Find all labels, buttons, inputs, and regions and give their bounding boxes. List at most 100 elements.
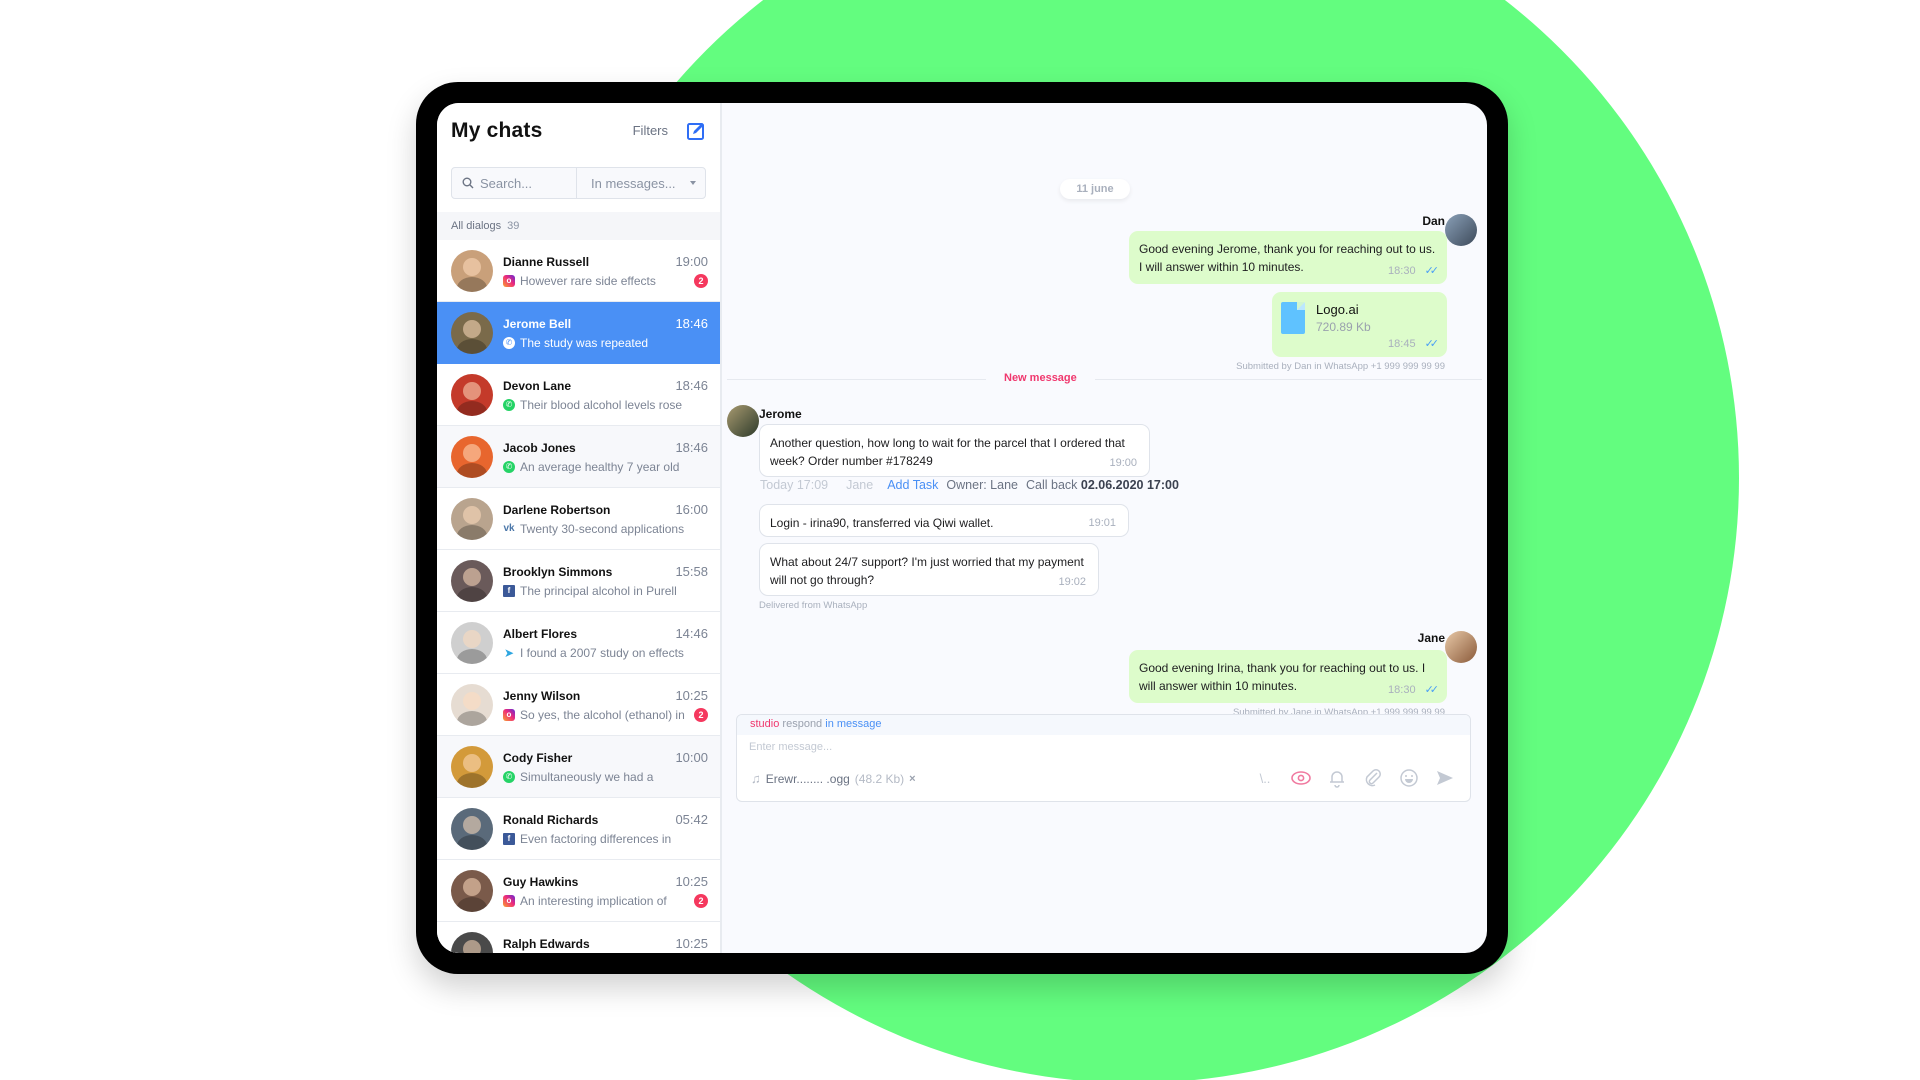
last-message-time: 14:46 [675, 625, 708, 641]
chat-list-item[interactable]: Guy Hawkins 10:25 o An interesting implicat… [437, 860, 720, 922]
last-message-preview: Even factoring differences in [520, 831, 672, 846]
chat-list-item[interactable]: Brooklyn Simmons 15:58 f The principal alco… [437, 550, 720, 612]
chat-item-header: Ronald Richards 05:42 [503, 812, 708, 827]
last-message-time: 18:46 [675, 439, 708, 455]
whatsapp-icon: ✆ [503, 336, 515, 349]
incoming-message: What about 24/7 support? I'm just worrie… [759, 543, 1099, 596]
chat-list-item[interactable]: Jacob Jones 18:46 ✆ An average healthy 7 ye… [437, 426, 720, 488]
instagram-icon: o [503, 274, 515, 287]
file-message[interactable]: Logo.ai 720.89 Kb 18:45 ✓✓ [1272, 292, 1447, 357]
chat-list-item[interactable]: Jenny Wilson 10:25 o So yes, the alcohol (e… [437, 674, 720, 736]
incoming-message: Login - irina90, transferred via Qiwi wa… [759, 504, 1129, 537]
last-message-preview: Their blood alcohol levels rose [520, 397, 683, 412]
chat-sidebar: My chats Filters In messages... [437, 103, 722, 953]
all-dialogs-count: 39 [507, 220, 520, 232]
chat-item-preview-row: o So yes, the alcohol (ethanol) in 2 [503, 707, 708, 722]
attachment-name: Erewr........ .ogg [765, 771, 850, 786]
chat-list-item[interactable]: Devon Lane 18:46 ✆ Their blood alcohol leve… [437, 364, 720, 426]
avatar [451, 373, 493, 416]
mode-respond: respond [782, 718, 823, 730]
avatar-jerome[interactable] [727, 405, 759, 437]
add-task-link[interactable]: Add Task [887, 478, 938, 492]
chat-item-preview-row: ✆ The study was repeated [503, 336, 708, 350]
chat-list-item[interactable]: Darlene Robertson 16:00 vk Twenty 30-second… [437, 488, 720, 550]
edit-square-icon[interactable] [686, 121, 706, 141]
call-back-value: 02.06.2020 17:00 [1080, 478, 1179, 492]
search-field[interactable] [452, 168, 577, 198]
avatar-dan[interactable] [1445, 214, 1477, 246]
date-separator: 11 june [1060, 179, 1130, 199]
double-check-icon: ✓✓ [1424, 265, 1440, 277]
chat-list-item[interactable]: Albert Flores 14:46 ➤ I found a 2007 study … [437, 612, 720, 674]
chat-item-header: Albert Flores 14:46 [503, 626, 708, 641]
avatar [451, 745, 493, 788]
chat-item-header: Darlene Robertson 16:00 [503, 502, 708, 517]
contact-name: Devon Lane [503, 378, 572, 393]
chat-item-header: Jacob Jones 18:46 [503, 440, 708, 455]
last-message-preview: Simultaneously we had a [520, 769, 654, 784]
search-input[interactable] [480, 175, 570, 191]
avatar [451, 497, 493, 540]
chat-item-body: Cody Fisher 10:00 ✆ Simultaneously we had a [503, 750, 708, 784]
chat-item-preview-row: f Even factoring differences in [503, 832, 708, 846]
contact-name: Ralph Edwards [503, 936, 590, 951]
chat-list-item[interactable]: Cody Fisher 10:00 ✆ Simultaneously we had a [437, 736, 720, 798]
chat-item-preview-row: vk Twenty 30-second applications [503, 522, 708, 536]
eye-icon[interactable] [1290, 767, 1312, 789]
sidebar-header: My chats Filters [437, 103, 720, 158]
all-dialogs-label: All dialogs [451, 220, 502, 232]
new-message-divider [727, 379, 1482, 380]
last-message-time: 05:42 [675, 811, 708, 827]
message-meta: 18:45 ✓✓ [1388, 335, 1440, 353]
last-message-preview: An interesting implication of [520, 893, 667, 908]
send-icon[interactable] [1434, 767, 1456, 789]
message-text: Another question, how long to wait for t… [770, 436, 1125, 468]
last-message-preview: However rare side effects [520, 273, 656, 288]
filters-button[interactable]: Filters [633, 123, 668, 138]
last-message-preview: Twenty 30-second applications [520, 521, 685, 536]
all-dialogs-header[interactable]: All dialogs 39 [437, 212, 720, 240]
chat-item-header: Guy Hawkins 10:25 [503, 874, 708, 889]
chat-list-item[interactable]: Ralph Edwards10:25oSo yes, the alcohol (… [437, 922, 720, 953]
bell-icon[interactable] [1326, 767, 1348, 789]
double-check-icon: ✓✓ [1424, 338, 1440, 350]
chat-item-body: Dianne Russell 19:00 o However rare side ef… [503, 254, 708, 288]
chat-item-header: Brooklyn Simmons 15:58 [503, 564, 708, 579]
message-time: 19:00 [1109, 457, 1137, 469]
unread-badge: 2 [694, 893, 708, 908]
chat-list-item[interactable]: Ronald Richards 05:42 f Even factoring diff… [437, 798, 720, 860]
emoji-icon[interactable] [1398, 767, 1420, 789]
avatar-jane[interactable] [1445, 631, 1477, 663]
call-back-label: Call back [1026, 478, 1078, 492]
chat-item-header: Cody Fisher 10:00 [503, 750, 708, 765]
vk-icon: vk [503, 523, 515, 534]
file-icon [1281, 302, 1305, 334]
templates-icon[interactable]: \.. [1254, 767, 1276, 789]
remove-attachment-button[interactable]: × [909, 773, 915, 785]
app-screen: My chats Filters In messages... [437, 103, 1487, 953]
chat-item-preview-row: o An interesting implication of 2 [503, 893, 708, 908]
message-meta: 18:30 ✓✓ [1388, 681, 1440, 699]
avatar [451, 931, 493, 953]
avatar [451, 807, 493, 850]
message-time: 18:45 [1388, 338, 1416, 350]
double-check-icon: ✓✓ [1424, 684, 1440, 696]
chat-list-item[interactable]: Jerome Bell 18:46 ✆ The study was repeated [437, 302, 720, 364]
search-scope-select[interactable]: In messages... [577, 168, 705, 198]
mode-studio[interactable]: studio [750, 718, 779, 730]
last-message-time: 10:00 [675, 749, 708, 765]
message-input[interactable] [749, 738, 1349, 756]
chat-item-body: Devon Lane 18:46 ✆ Their blood alcohol leve… [503, 378, 708, 412]
composer-toolbar: \.. [1254, 767, 1456, 789]
last-message-time: 10:25 [675, 873, 708, 889]
contact-name: Darlene Robertson [503, 502, 611, 517]
meta-call-back: Call back 02.06.2020 17:00 [1026, 478, 1179, 492]
facebook-icon: f [503, 584, 515, 597]
mode-in-message[interactable]: in message [825, 718, 881, 730]
outgoing-message: Good evening Jerome, thank you for reach… [1129, 231, 1447, 284]
chat-list-item[interactable]: Dianne Russell 19:00 o However rare side ef… [437, 240, 720, 302]
paperclip-icon[interactable] [1362, 767, 1384, 789]
chat-item-header: Devon Lane 18:46 [503, 378, 708, 393]
attachment-size: (48.2 Kb) [854, 771, 905, 786]
chat-item-preview-row: ➤ I found a 2007 study on effects [503, 646, 708, 660]
